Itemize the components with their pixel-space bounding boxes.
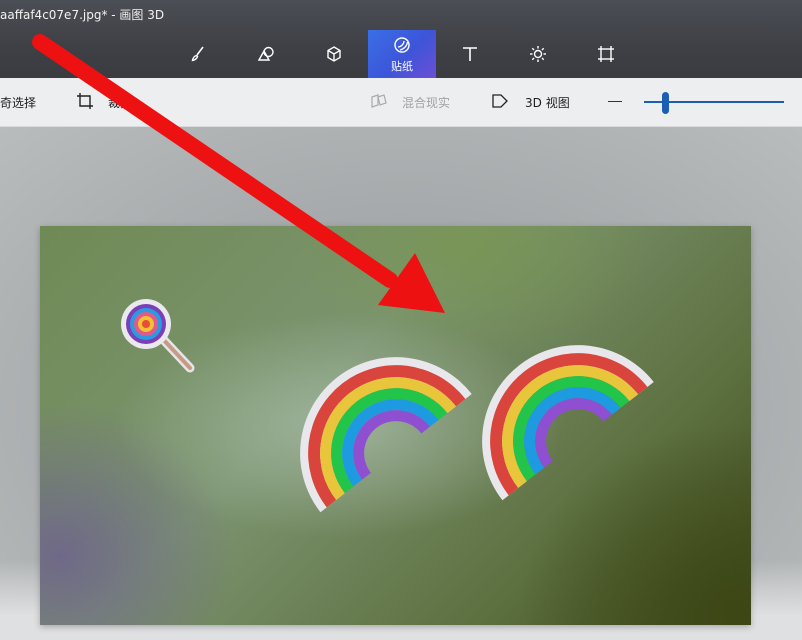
red-arrow-annotation bbox=[32, 34, 445, 313]
